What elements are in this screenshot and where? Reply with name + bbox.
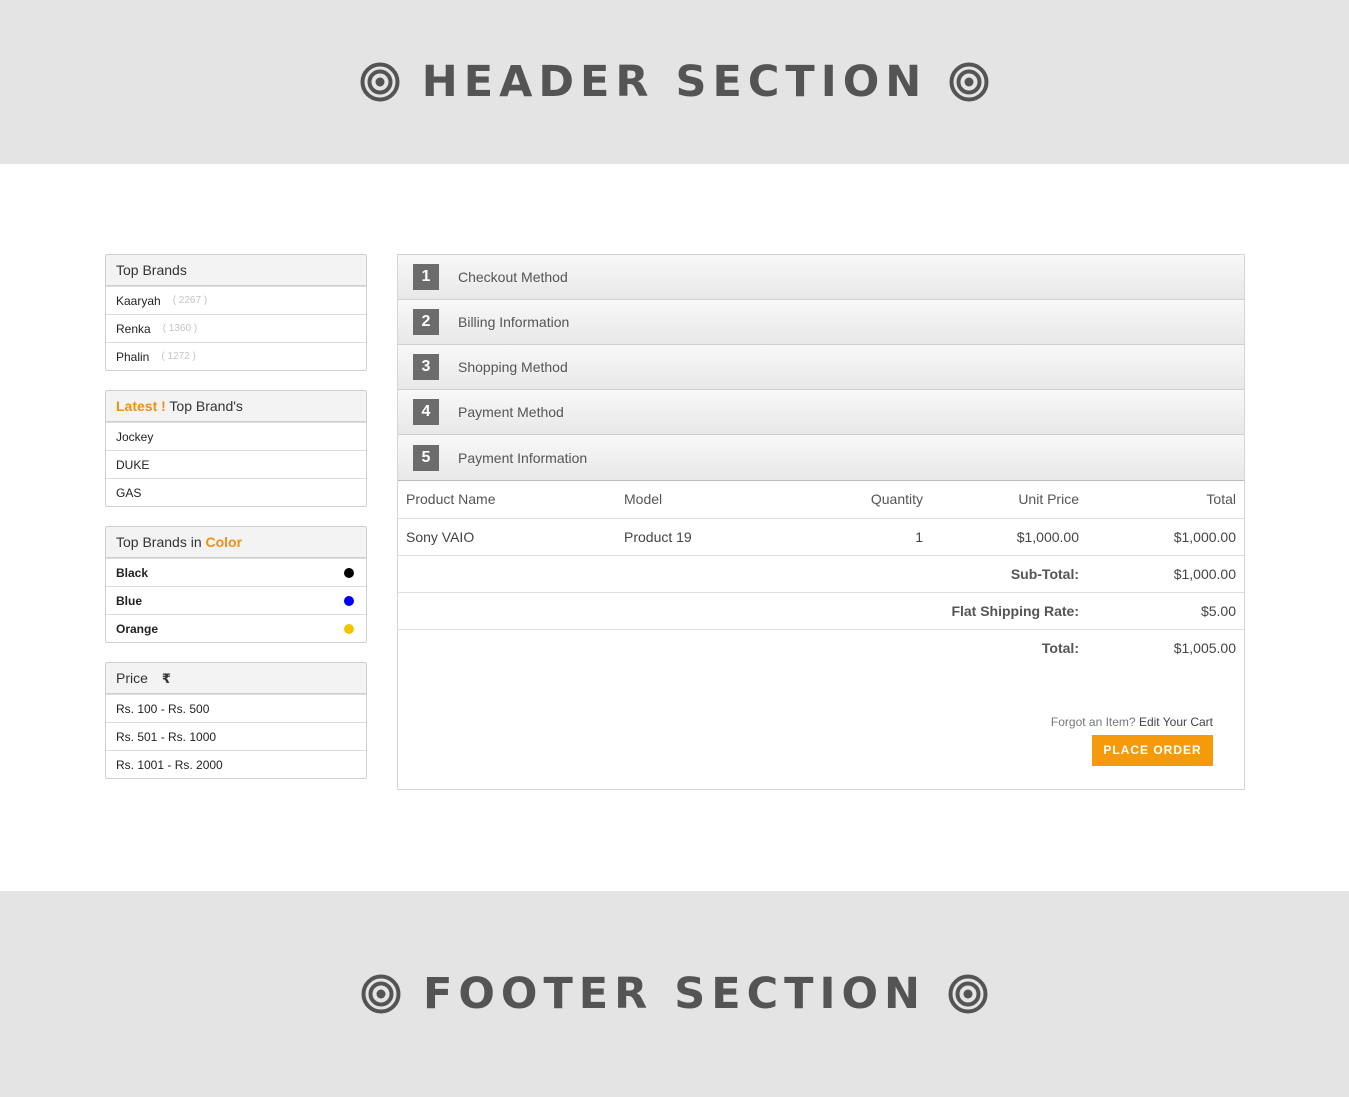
color-swatch xyxy=(344,595,354,606)
color-name: Orange xyxy=(116,621,159,636)
edit-cart-link[interactable]: Edit Your Cart xyxy=(1139,715,1213,729)
step-label: Payment Method xyxy=(458,404,564,420)
total-row: Total: $1,005.00 xyxy=(398,629,1244,666)
top-brands-box: Top Brands Kaaryah ( 2267 ) Renka ( 1360 )… xyxy=(105,254,367,371)
step-number: 5 xyxy=(413,444,439,471)
place-order-button[interactable]: PLACE ORDER xyxy=(1092,735,1213,766)
price-range-item[interactable]: Rs. 501 - Rs. 1000 xyxy=(106,722,366,750)
step-shopping-method[interactable]: 3 Shopping Method xyxy=(398,345,1244,390)
price-range-item[interactable]: Rs. 100 - Rs. 500 xyxy=(106,694,366,722)
step-number: 1 xyxy=(413,264,439,290)
brand-item-kaaryah[interactable]: Kaaryah ( 2267 ) xyxy=(106,286,366,314)
step-checkout-method[interactable]: 1 Checkout Method xyxy=(398,255,1244,300)
cell-product-name: Sony VAIO xyxy=(398,518,616,556)
color-item-orange[interactable]: Orange xyxy=(106,614,366,642)
col-quantity: Quantity xyxy=(796,481,931,519)
forgot-item-text: Forgot an Item? Edit Your Cart xyxy=(1051,715,1213,729)
step-label: Shopping Method xyxy=(458,359,568,375)
target-icon xyxy=(361,974,401,1014)
rupee-icon: ₹ xyxy=(161,671,171,686)
shipping-label: Flat Shipping Rate: xyxy=(398,592,1087,630)
color-brands-box: Top Brands in Color Black Blue Orange xyxy=(105,526,367,643)
color-item-black[interactable]: Black xyxy=(106,558,366,586)
total-label: Total: xyxy=(1041,639,1079,656)
footer-title-wrap: FOOTER SECTION xyxy=(361,969,988,1019)
brand-item-phalin[interactable]: Phalin ( 1272 ) xyxy=(106,342,366,370)
cell-unit-price: $1,000.00 xyxy=(931,518,1087,556)
col-unit-price: Unit Price xyxy=(931,481,1087,519)
latest-brands-title: Latest ! Top Brand's xyxy=(106,391,366,422)
price-range-item[interactable]: Rs. 1001 - Rs. 2000 xyxy=(106,750,366,778)
color-item-blue[interactable]: Blue xyxy=(106,586,366,614)
latest-brands-box: Latest ! Top Brand's Jockey DUKE GAS xyxy=(105,390,367,507)
step-number: 3 xyxy=(413,354,439,380)
cart-actions: Forgot an Item? Edit Your Cart PLACE ORD… xyxy=(1051,715,1213,766)
color-swatch xyxy=(344,567,354,578)
target-icon xyxy=(949,62,989,102)
shipping-row: Flat Shipping Rate: $5.00 xyxy=(398,592,1244,630)
color-title-rest: Top Brands in xyxy=(116,534,206,550)
latest-brand-item[interactable]: GAS xyxy=(106,478,366,506)
brand-item-renka[interactable]: Renka ( 1360 ) xyxy=(106,314,366,342)
checkout-steps: 1 Checkout Method 2 Billing Information … xyxy=(398,255,1244,481)
subtotal-label: Sub-Total: xyxy=(398,555,1087,593)
cell-model: Product 19 xyxy=(616,518,796,556)
total-value: $1,005.00 xyxy=(1173,639,1236,656)
subtotal-row: Sub-Total: $1,000.00 xyxy=(398,555,1244,593)
checkout-panel: 1 Checkout Method 2 Billing Information … xyxy=(397,254,1245,790)
brand-name: Renka xyxy=(116,321,151,336)
color-name: Blue xyxy=(116,593,143,608)
step-payment-method[interactable]: 4 Payment Method xyxy=(398,390,1244,435)
step-payment-information[interactable]: 5 Payment Information xyxy=(398,435,1244,480)
header-title: HEADER SECTION xyxy=(421,57,928,107)
brand-name: Kaaryah xyxy=(116,293,161,308)
latest-title-rest: Top Brand's xyxy=(165,398,243,414)
color-brands-title: Top Brands in Color xyxy=(106,527,366,558)
step-label: Billing Information xyxy=(458,314,570,330)
step-billing-information[interactable]: 2 Billing Information xyxy=(398,300,1244,345)
col-model: Model xyxy=(616,481,796,519)
top-brands-title: Top Brands xyxy=(106,255,366,286)
forgot-label: Forgot an Item? xyxy=(1050,715,1136,729)
color-accent: Color xyxy=(205,534,243,550)
table-header-row: Product Name Model Quantity Unit Price T… xyxy=(398,481,1244,519)
brand-count: ( 1360 ) xyxy=(162,322,198,334)
brand-name: Phalin xyxy=(116,349,150,364)
cell-total: $1,000.00 xyxy=(1087,518,1244,556)
price-label: Price xyxy=(116,670,148,686)
color-name: Black xyxy=(116,565,149,580)
cart-table: Product Name Model Quantity Unit Price T… xyxy=(398,481,1244,666)
col-total: Total xyxy=(1087,481,1244,519)
price-box: Price ₹ Rs. 100 - Rs. 500 Rs. 501 - Rs. 1… xyxy=(105,662,367,779)
step-number: 2 xyxy=(413,309,439,335)
latest-brand-item[interactable]: Jockey xyxy=(106,422,366,450)
header-title-wrap: HEADER SECTION xyxy=(360,57,990,107)
header-section: HEADER SECTION xyxy=(0,0,1349,164)
step-label: Payment Information xyxy=(458,449,588,466)
brand-count: ( 2267 ) xyxy=(172,294,208,306)
col-product-name: Product Name xyxy=(398,481,616,519)
color-swatch xyxy=(344,623,354,634)
target-icon xyxy=(360,62,400,102)
brand-count: ( 1272 ) xyxy=(161,350,196,362)
subtotal-value: $1,000.00 xyxy=(1087,555,1244,593)
step-label: Checkout Method xyxy=(458,269,568,285)
target-icon xyxy=(948,974,988,1014)
cell-quantity: 1 xyxy=(796,518,931,556)
price-title: Price ₹ xyxy=(106,663,366,694)
table-row: Sony VAIO Product 19 1 $1,000.00 $1,000.… xyxy=(398,518,1244,556)
latest-brand-item[interactable]: DUKE xyxy=(106,450,366,478)
footer-title: FOOTER SECTION xyxy=(422,969,927,1019)
footer-section: FOOTER SECTION xyxy=(0,891,1349,1097)
shipping-value: $5.00 xyxy=(1087,592,1244,630)
latest-accent: Latest ! xyxy=(116,398,166,414)
step-number: 4 xyxy=(413,399,439,425)
sidebar: Top Brands Kaaryah ( 2267 ) Renka ( 1360 )… xyxy=(105,254,367,798)
